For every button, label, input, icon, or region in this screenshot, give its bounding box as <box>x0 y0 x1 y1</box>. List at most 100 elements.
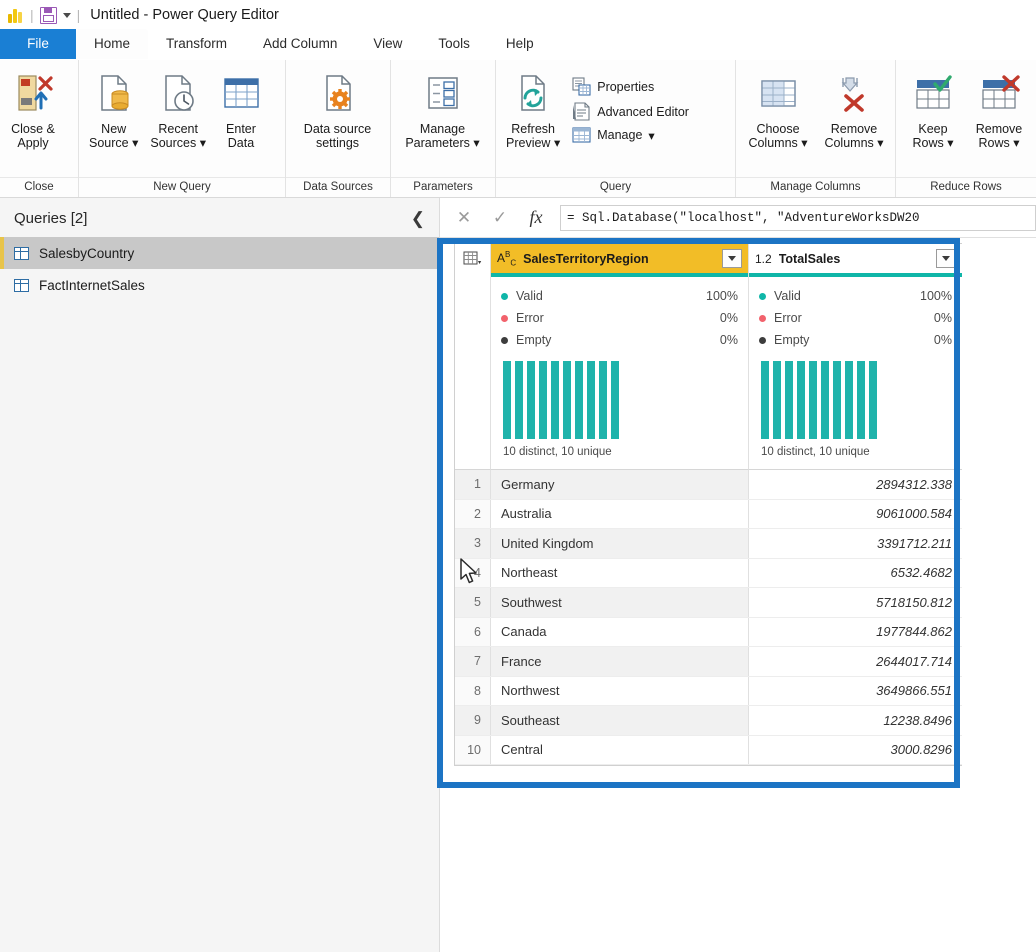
row-number: 9 <box>455 706 491 735</box>
sidebar-item-salesbycountry[interactable]: SalesbyCountry <box>0 237 439 269</box>
manage-parameters-chevron-down-icon[interactable]: ▾ <box>473 136 479 150</box>
choose-columns-button[interactable]: Choose Columns ▾ <box>740 66 816 150</box>
manage-icon <box>572 127 591 143</box>
table-row[interactable]: 10 Central 3000.8296 <box>455 735 962 765</box>
keep-rows-button[interactable]: Keep Rows ▾ <box>900 66 966 150</box>
recent-sources-chevron-down-icon[interactable]: ▾ <box>200 136 206 150</box>
cell-salesterritoryregion[interactable]: Central <box>491 735 749 764</box>
check-icon[interactable]: ✓ <box>482 203 518 233</box>
cell-totalsales[interactable]: 2894312.338 <box>749 470 962 499</box>
tab-home[interactable]: Home <box>76 29 149 59</box>
keep-rows-icon <box>911 70 955 118</box>
cell-salesterritoryregion[interactable]: United Kingdom <box>491 529 749 558</box>
enter-data-button[interactable]: Enter Data <box>212 66 270 150</box>
row-number: 5 <box>455 588 491 617</box>
refresh-preview-button[interactable]: Refresh Preview ▾ <box>500 66 566 150</box>
remove-rows-chevron-down-icon[interactable]: ▾ <box>1013 136 1019 150</box>
manage-button[interactable]: Manage ▾ <box>566 124 695 146</box>
recent-sources-button[interactable]: Recent Sources ▾ <box>144 66 212 150</box>
close-icon[interactable]: ✕ <box>446 203 482 233</box>
ribbon-group-data-sources: Data source settings Data Sources <box>285 60 390 197</box>
refresh-preview-chevron-down-icon[interactable]: ▾ <box>554 136 560 150</box>
column-header-salesterritoryregion[interactable]: ABC SalesTerritoryRegion <box>491 244 749 273</box>
advanced-editor-button[interactable]: Advanced Editor <box>566 99 695 124</box>
cell-totalsales[interactable]: 12238.8496 <box>749 706 962 735</box>
column-quality-row: Valid 100% Error 0% Empty 0% 10 distinct… <box>455 273 962 470</box>
ribbon: Close & Apply Close New Source ▾ Recent … <box>0 60 1036 198</box>
tab-help[interactable]: Help <box>488 29 552 59</box>
cell-totalsales[interactable]: 3649866.551 <box>749 677 962 706</box>
quality-empty-value: 0% <box>719 333 738 347</box>
cell-salesterritoryregion[interactable]: Southeast <box>491 706 749 735</box>
manage-parameters-button[interactable]: Manage Parameters ▾ <box>395 66 490 150</box>
ribbon-group-manage-columns: Choose Columns ▾ Remove Columns ▾ Manage… <box>735 60 895 197</box>
table-row[interactable]: 9 Southeast 12238.8496 <box>455 706 962 736</box>
data-source-settings-icon <box>316 70 360 118</box>
sidebar-item-factinternetsales[interactable]: FactInternetSales <box>0 269 439 301</box>
cell-totalsales[interactable]: 1977844.862 <box>749 618 962 647</box>
cell-totalsales[interactable]: 9061000.584 <box>749 500 962 529</box>
quality-empty-line: Empty 0% <box>501 329 738 351</box>
formula-input[interactable]: = Sql.Database("localhost", "AdventureWo… <box>560 204 1036 231</box>
close-and-apply-label: Close & Apply <box>11 122 55 150</box>
remove-columns-button[interactable]: Remove Columns ▾ <box>816 66 892 150</box>
histogram-bar <box>575 361 583 439</box>
quality-valid-label: Valid <box>516 289 543 303</box>
table-row[interactable]: 2 Australia 9061000.584 <box>455 499 962 529</box>
new-source-button[interactable]: New Source ▾ <box>83 66 144 150</box>
remove-columns-chevron-down-icon[interactable]: ▾ <box>877 136 883 150</box>
keep-rows-chevron-down-icon[interactable]: ▾ <box>947 136 953 150</box>
properties-button[interactable]: Properties <box>566 74 695 99</box>
quality-error-value: 0% <box>933 311 952 325</box>
cell-salesterritoryregion[interactable]: France <box>491 647 749 676</box>
table-row[interactable]: 8 Northwest 3649866.551 <box>455 676 962 706</box>
properties-icon <box>572 77 591 96</box>
new-source-chevron-down-icon[interactable]: ▾ <box>132 136 138 150</box>
quick-access-chevron-down-icon[interactable] <box>62 12 71 18</box>
cell-totalsales[interactable]: 5718150.812 <box>749 588 962 617</box>
table-row[interactable]: 7 France 2644017.714 <box>455 647 962 677</box>
select-all-table-icon[interactable] <box>455 244 491 273</box>
ribbon-group-label-parameters: Parameters <box>391 177 495 197</box>
close-and-apply-button[interactable]: Close & Apply <box>4 66 62 150</box>
cell-totalsales[interactable]: 3000.8296 <box>749 736 962 765</box>
tab-add-column[interactable]: Add Column <box>245 29 355 59</box>
tab-transform[interactable]: Transform <box>148 29 245 59</box>
tab-view[interactable]: View <box>355 29 420 59</box>
table-row[interactable]: 5 Southwest 5718150.812 <box>455 588 962 618</box>
histogram-bar <box>503 361 511 439</box>
cell-totalsales[interactable]: 2644017.714 <box>749 647 962 676</box>
table-icon <box>14 246 29 260</box>
chevron-left-icon[interactable]: ❮ <box>411 210 425 227</box>
column-header-totalsales[interactable]: 1.2 TotalSales <box>749 244 962 273</box>
cell-salesterritoryregion[interactable]: Northeast <box>491 558 749 587</box>
row-number: 1 <box>455 470 491 499</box>
table-row[interactable]: 1 Germany 2894312.338 <box>455 470 962 500</box>
histogram-bar <box>821 361 829 439</box>
histogram-bar <box>599 361 607 439</box>
save-icon[interactable] <box>39 6 57 24</box>
table-row[interactable]: 4 Northeast 6532.4682 <box>455 558 962 588</box>
cell-totalsales[interactable]: 6532.4682 <box>749 559 962 588</box>
cell-salesterritoryregion[interactable]: Southwest <box>491 588 749 617</box>
cell-salesterritoryregion[interactable]: Australia <box>491 499 749 528</box>
cell-salesterritoryregion[interactable]: Germany <box>491 470 749 499</box>
filter-dropdown-icon[interactable] <box>936 249 956 268</box>
remove-rows-button[interactable]: Remove Rows ▾ <box>966 66 1032 150</box>
formula-bar-buttons: ✕ ✓ fx <box>440 203 560 233</box>
histogram-bar <box>773 361 781 439</box>
tab-tools[interactable]: Tools <box>420 29 488 59</box>
manage-chevron-down-icon[interactable]: ▾ <box>648 128 654 143</box>
cell-totalsales[interactable]: 3391712.211 <box>749 529 962 558</box>
table-row[interactable]: 6 Canada 1977844.862 <box>455 617 962 647</box>
cell-salesterritoryregion[interactable]: Northwest <box>491 676 749 705</box>
data-source-settings-button[interactable]: Data source settings <box>290 66 385 150</box>
histogram-bar <box>857 361 865 439</box>
tab-file[interactable]: File <box>0 29 76 59</box>
filter-dropdown-icon[interactable] <box>722 249 742 268</box>
fx-icon[interactable]: fx <box>518 203 554 233</box>
quality-error-label: Error <box>516 311 544 325</box>
cell-salesterritoryregion[interactable]: Canada <box>491 617 749 646</box>
choose-columns-chevron-down-icon[interactable]: ▾ <box>801 136 807 150</box>
table-row[interactable]: 3 United Kingdom 3391712.211 <box>455 529 962 559</box>
